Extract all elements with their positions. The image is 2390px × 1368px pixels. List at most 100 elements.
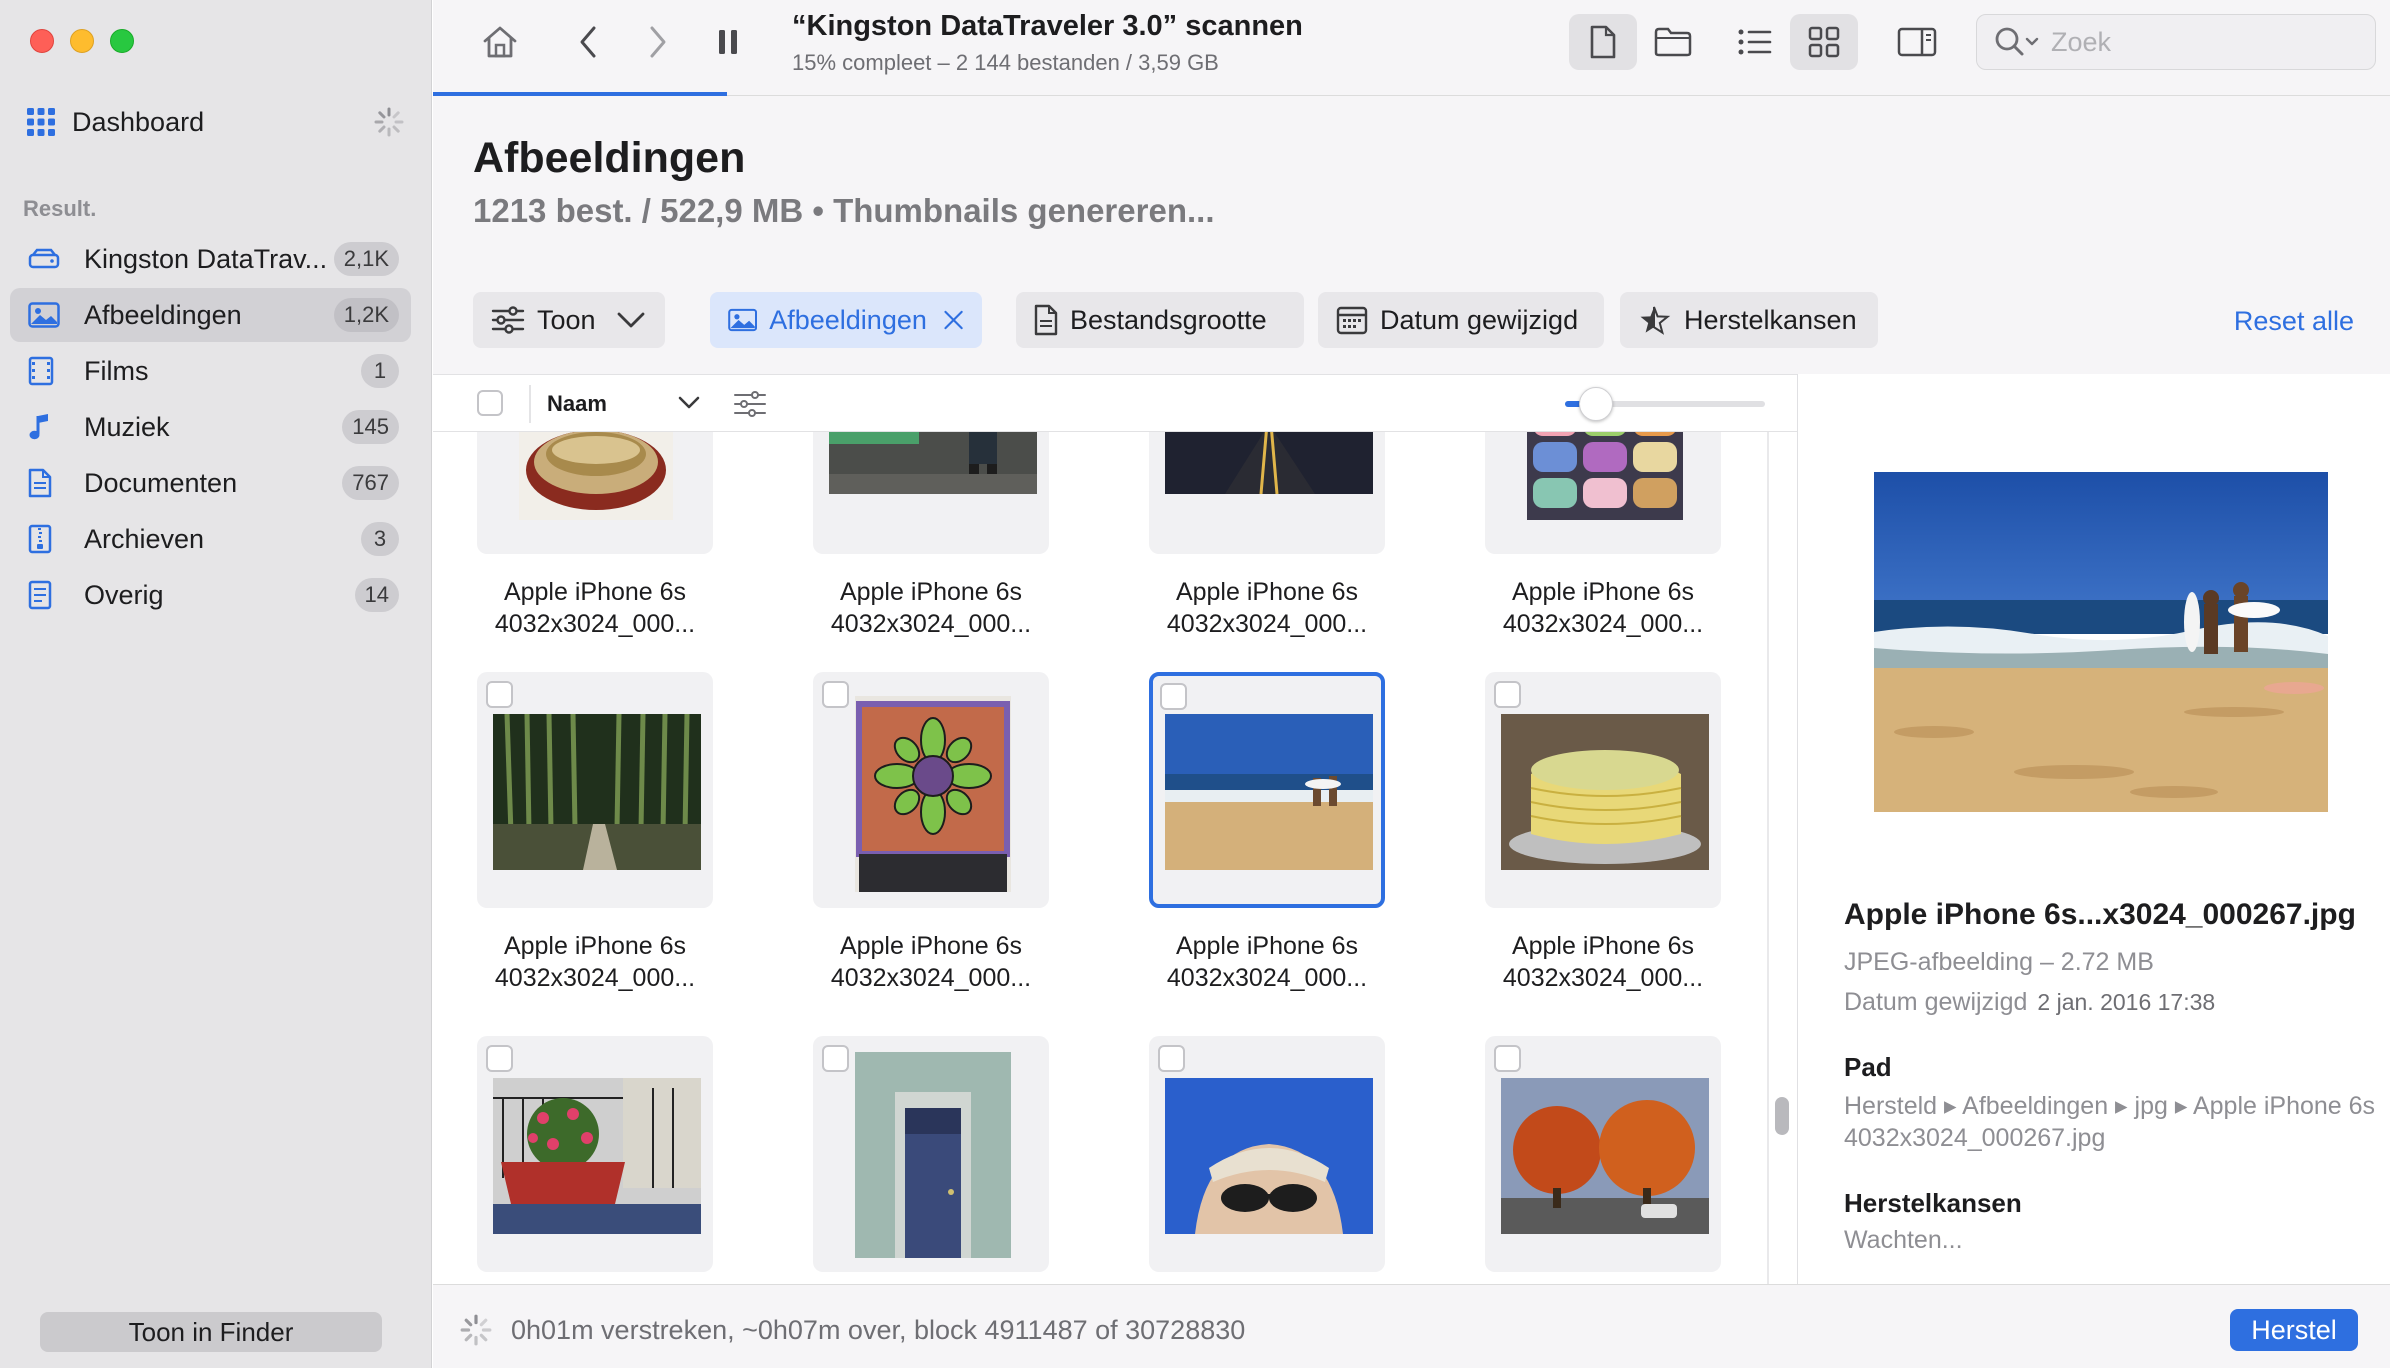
file-caption: Apple iPhone 6s 4032x3024_000... [1166,578,1368,638]
count-badge: 1,2K [333,298,399,332]
home-button[interactable] [478,20,522,64]
thumbnail[interactable] [1149,432,1385,554]
item-checkbox[interactable] [1158,1045,1185,1072]
search-field[interactable] [1976,14,2376,70]
filter-bestandsgrootte[interactable]: Bestandsgrootte [1016,292,1304,348]
chevron-down-icon[interactable] [677,391,701,413]
item-checkbox[interactable] [1494,1045,1521,1072]
filter-date-label: Datum gewijzigd [1380,304,1579,335]
file-caption: Apple iPhone 6s 4032x3024_000... [830,932,1032,992]
list-view-button[interactable] [1721,14,1789,70]
sidebar-item-films[interactable]: Films 1 [10,344,411,398]
forward-button[interactable] [638,20,678,64]
grid-item[interactable] [813,1036,1049,1272]
loading-spinner-icon [374,107,404,137]
close-icon[interactable] [943,307,964,333]
sidebar-item-afbeeldingen[interactable]: Afbeeldingen 1,2K [10,288,411,342]
filter-herstelkansen[interactable]: Herstelkansen [1620,292,1878,348]
show-in-finder-button[interactable]: Toon in Finder [40,1312,382,1352]
document-icon [28,468,52,498]
show-options-dropdown[interactable]: Toon [473,292,665,348]
thumbnail[interactable] [1485,672,1721,908]
grid-item[interactable]: Apple iPhone 6s 4032x3024_000... [1485,672,1721,994]
file-icon [1590,25,1616,59]
close-window-button[interactable] [30,29,54,53]
item-checkbox[interactable] [822,1045,849,1072]
file-caption: Apple iPhone 6s 4032x3024_000... [1502,578,1704,638]
category-header: Afbeeldingen 1213 best. / 522,9 MB • Thu… [433,96,2390,374]
sidebar-item-documenten[interactable]: Documenten 767 [10,456,411,510]
grid-item[interactable]: Apple iPhone 6s 4032x3024_000... [1485,432,1721,640]
sunflower-drawing-image [855,696,1011,892]
film-icon [28,356,54,386]
pause-scan-button[interactable] [708,20,748,64]
folder-view-button[interactable] [1639,14,1707,70]
search-input[interactable] [2051,26,2351,58]
count-badge: 145 [342,410,399,444]
grid-item[interactable] [477,1036,713,1272]
thumbnail[interactable] [813,672,1049,908]
archive-icon [28,524,52,554]
preview-image-beach-surfers [1874,472,2328,812]
grid-scroll-track [1767,432,1769,1284]
crepe-cake-image [1501,714,1709,870]
item-checkbox[interactable] [1160,683,1187,710]
file-caption: Apple iPhone 6s 4032x3024_000... [494,578,696,638]
grid-scrollbar-thumb[interactable] [1775,1097,1789,1135]
column-options-icon[interactable] [733,389,767,419]
item-checkbox[interactable] [1494,681,1521,708]
thumbnail-selected[interactable] [1149,672,1385,908]
filter-datum-gewijzigd[interactable]: Datum gewijzigd [1318,292,1604,348]
grid-item[interactable] [1485,1036,1721,1272]
sidebar-item-overig[interactable]: Overig 14 [10,568,411,622]
active-filter-label: Afbeeldingen [769,304,927,335]
food-bowl-image [519,432,673,520]
reset-all-link[interactable]: Reset alle [2234,306,2354,337]
thumbnail[interactable] [1149,1036,1385,1272]
thumbnail[interactable] [813,1036,1049,1272]
item-checkbox[interactable] [486,1045,513,1072]
grid-item[interactable]: Apple iPhone 6s 4032x3024_000... [813,672,1049,994]
recover-button[interactable]: Herstel [2230,1309,2358,1351]
page-subtitle: 1213 best. / 522,9 MB • Thumbnails gener… [473,192,1215,229]
grid-item[interactable]: Apple iPhone 6s 4032x3024_000... [813,432,1049,640]
thumbnail-grid: Apple iPhone 6s 4032x3024_000... Apple i… [433,432,1769,1284]
toggle-preview-pane-button[interactable] [1883,14,1951,70]
count-badge: 767 [342,466,399,500]
grid-item[interactable]: Apple iPhone 6s 4032x3024_000... [477,432,713,640]
sidebar-item-kingston-drive[interactable]: Kingston DataTrav... 2,1K [10,232,411,286]
count-badge: 2,1K [333,242,399,276]
sidebar-item-archieven[interactable]: Archieven 3 [10,512,411,566]
thumbnail[interactable] [813,432,1049,554]
grid-item[interactable]: Apple iPhone 6s 4032x3024_000... [477,672,713,994]
minimize-window-button[interactable] [70,29,94,53]
grid-item[interactable]: Apple iPhone 6s 4032x3024_000... [1149,672,1385,994]
drive-icon [28,248,60,269]
thumbnail[interactable] [477,432,713,554]
item-checkbox[interactable] [486,681,513,708]
active-filter-afbeeldingen[interactable]: Afbeeldingen [710,292,982,348]
zoom-window-button[interactable] [110,29,134,53]
thumbnail[interactable] [477,1036,713,1272]
file-caption: Apple iPhone 6s 4032x3024_000... [494,932,696,992]
sidebar-item-dashboard[interactable]: Dashboard [26,103,405,141]
loading-spinner-icon [460,1314,492,1346]
slider-knob[interactable] [1579,387,1613,421]
thumbnail[interactable] [477,672,713,908]
file-view-button[interactable] [1569,14,1637,70]
grid-item[interactable] [1149,1036,1385,1272]
grid-item[interactable]: Apple iPhone 6s 4032x3024_000... [1149,432,1385,640]
grid-view-button[interactable] [1790,14,1858,70]
sort-by-name[interactable]: Naam [547,391,607,417]
road-dusk-image [1165,432,1373,494]
back-button[interactable] [568,20,608,64]
select-all-checkbox[interactable] [477,390,503,416]
sidebar-item-muziek[interactable]: Muziek 145 [10,400,411,454]
item-checkbox[interactable] [822,681,849,708]
thumbnail-size-slider[interactable] [1565,387,1765,421]
page-title: Afbeeldingen [473,134,746,182]
filter-size-label: Bestandsgrootte [1070,304,1267,335]
thumbnail[interactable] [1485,432,1721,554]
sidebar-item-label: Afbeeldingen [84,299,242,330]
thumbnail[interactable] [1485,1036,1721,1272]
